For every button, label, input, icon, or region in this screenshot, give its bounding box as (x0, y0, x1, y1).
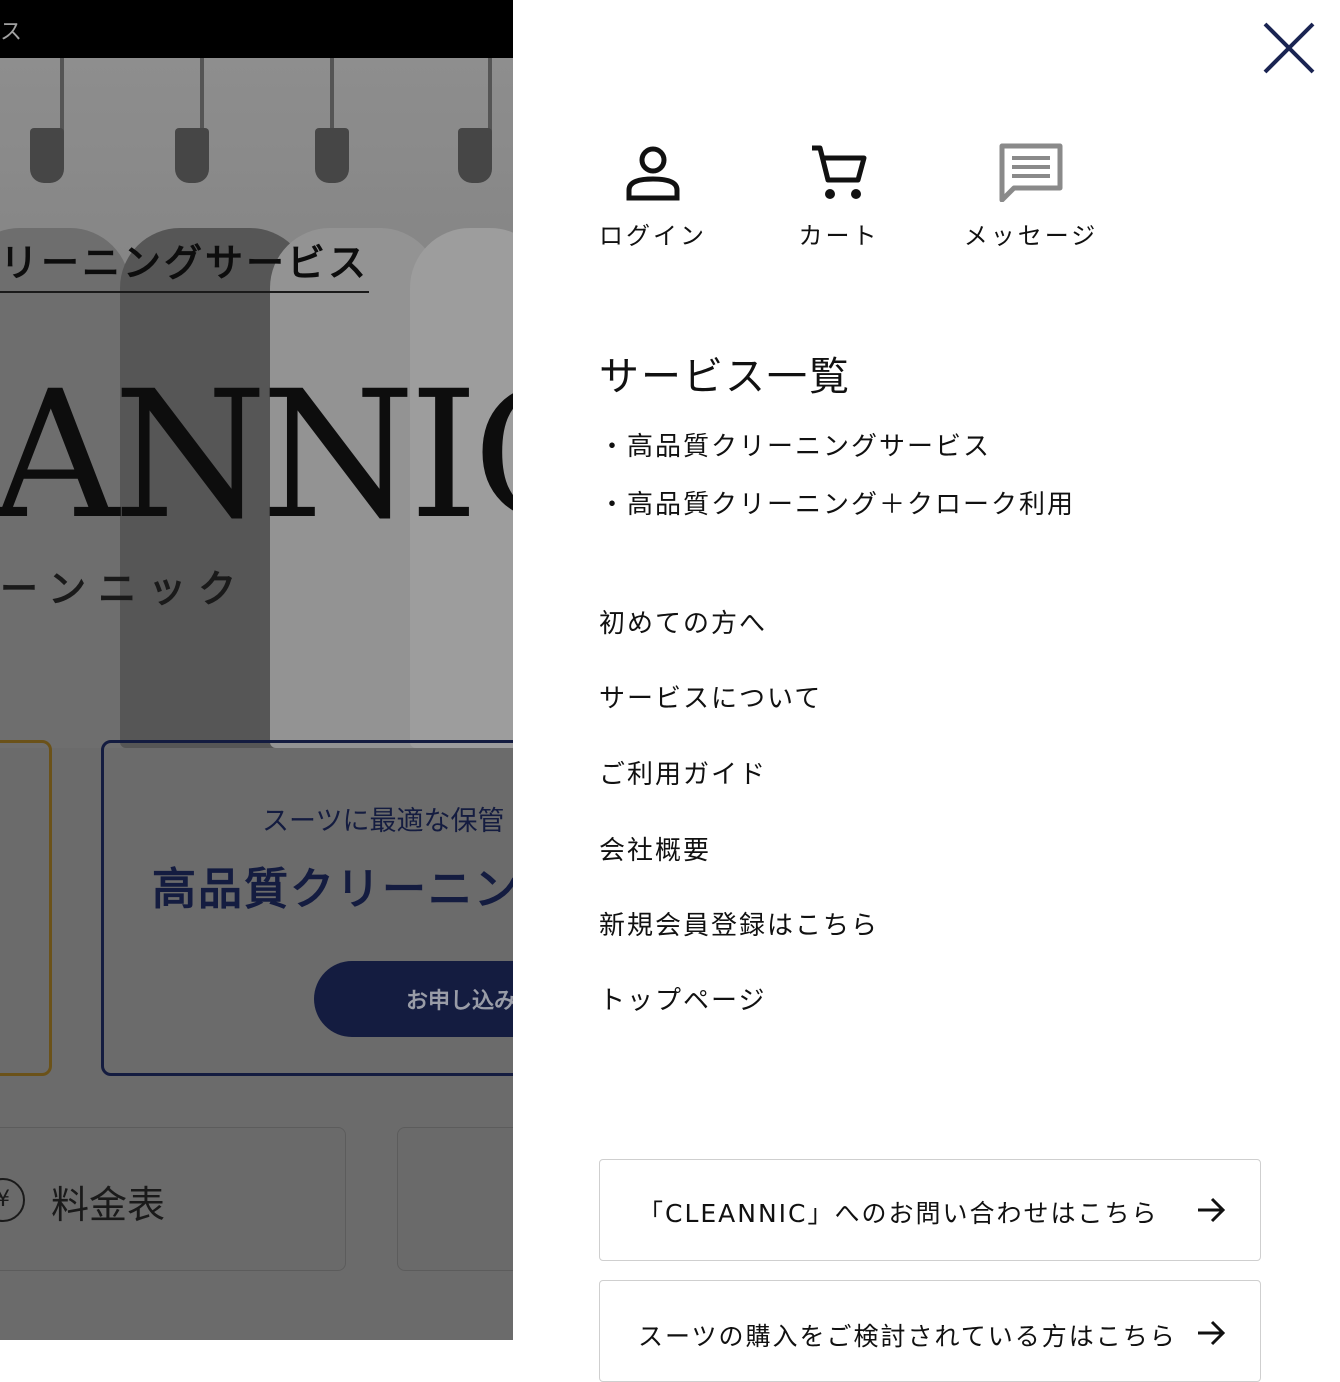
close-icon (1263, 22, 1315, 74)
nav-item-first-time[interactable]: 初めての方へ (599, 603, 767, 640)
message-label: メッセージ (963, 222, 1099, 250)
message-link[interactable]: メッセージ (961, 142, 1101, 251)
nav-item-guide[interactable]: ご利用ガイド (599, 754, 767, 791)
background-page: ス リーニングサービス ANNIC ーンニック スーツに最適な保管 高品質クリー… (0, 0, 513, 1340)
cart-icon (812, 145, 867, 199)
login-link[interactable]: ログイン (597, 142, 709, 251)
nav-item-top-page[interactable]: トップページ (599, 980, 766, 1017)
arrow-right-icon (1198, 1197, 1226, 1223)
arrow-right-icon (1198, 1320, 1226, 1346)
suit-purchase-link[interactable]: スーツの購入をご検討されている方はこちら (599, 1280, 1261, 1382)
suit-purchase-link-label: スーツの購入をご検討されている方はこちら (638, 1322, 1177, 1351)
overlay-dim[interactable] (0, 0, 513, 1340)
side-drawer: ログイン カート メッセージ サービス一覧 ・高品質クリーニングサービス ・高品… (513, 0, 1340, 1382)
person-icon (626, 146, 680, 201)
close-button[interactable] (1261, 20, 1317, 76)
nav-item-register[interactable]: 新規会員登録はこちら (599, 905, 879, 942)
nav-item-company[interactable]: 会社概要 (599, 830, 711, 867)
nav-item-about-service[interactable]: サービスについて (599, 678, 822, 715)
service-item-cleaning-cloak[interactable]: ・高品質クリーニング＋クローク利用 (599, 484, 1075, 521)
message-icon (999, 143, 1063, 202)
cart-label: カート (798, 222, 880, 250)
login-label: ログイン (599, 222, 707, 250)
services-heading: サービス一覧 (599, 354, 851, 400)
service-item-cleaning[interactable]: ・高品質クリーニングサービス (599, 426, 991, 463)
contact-link[interactable]: 「CLEANNIC」へのお問い合わせはこちら (599, 1159, 1261, 1261)
cart-link[interactable]: カート (791, 142, 887, 251)
contact-link-label: 「CLEANNIC」へのお問い合わせはこちら (638, 1199, 1159, 1228)
